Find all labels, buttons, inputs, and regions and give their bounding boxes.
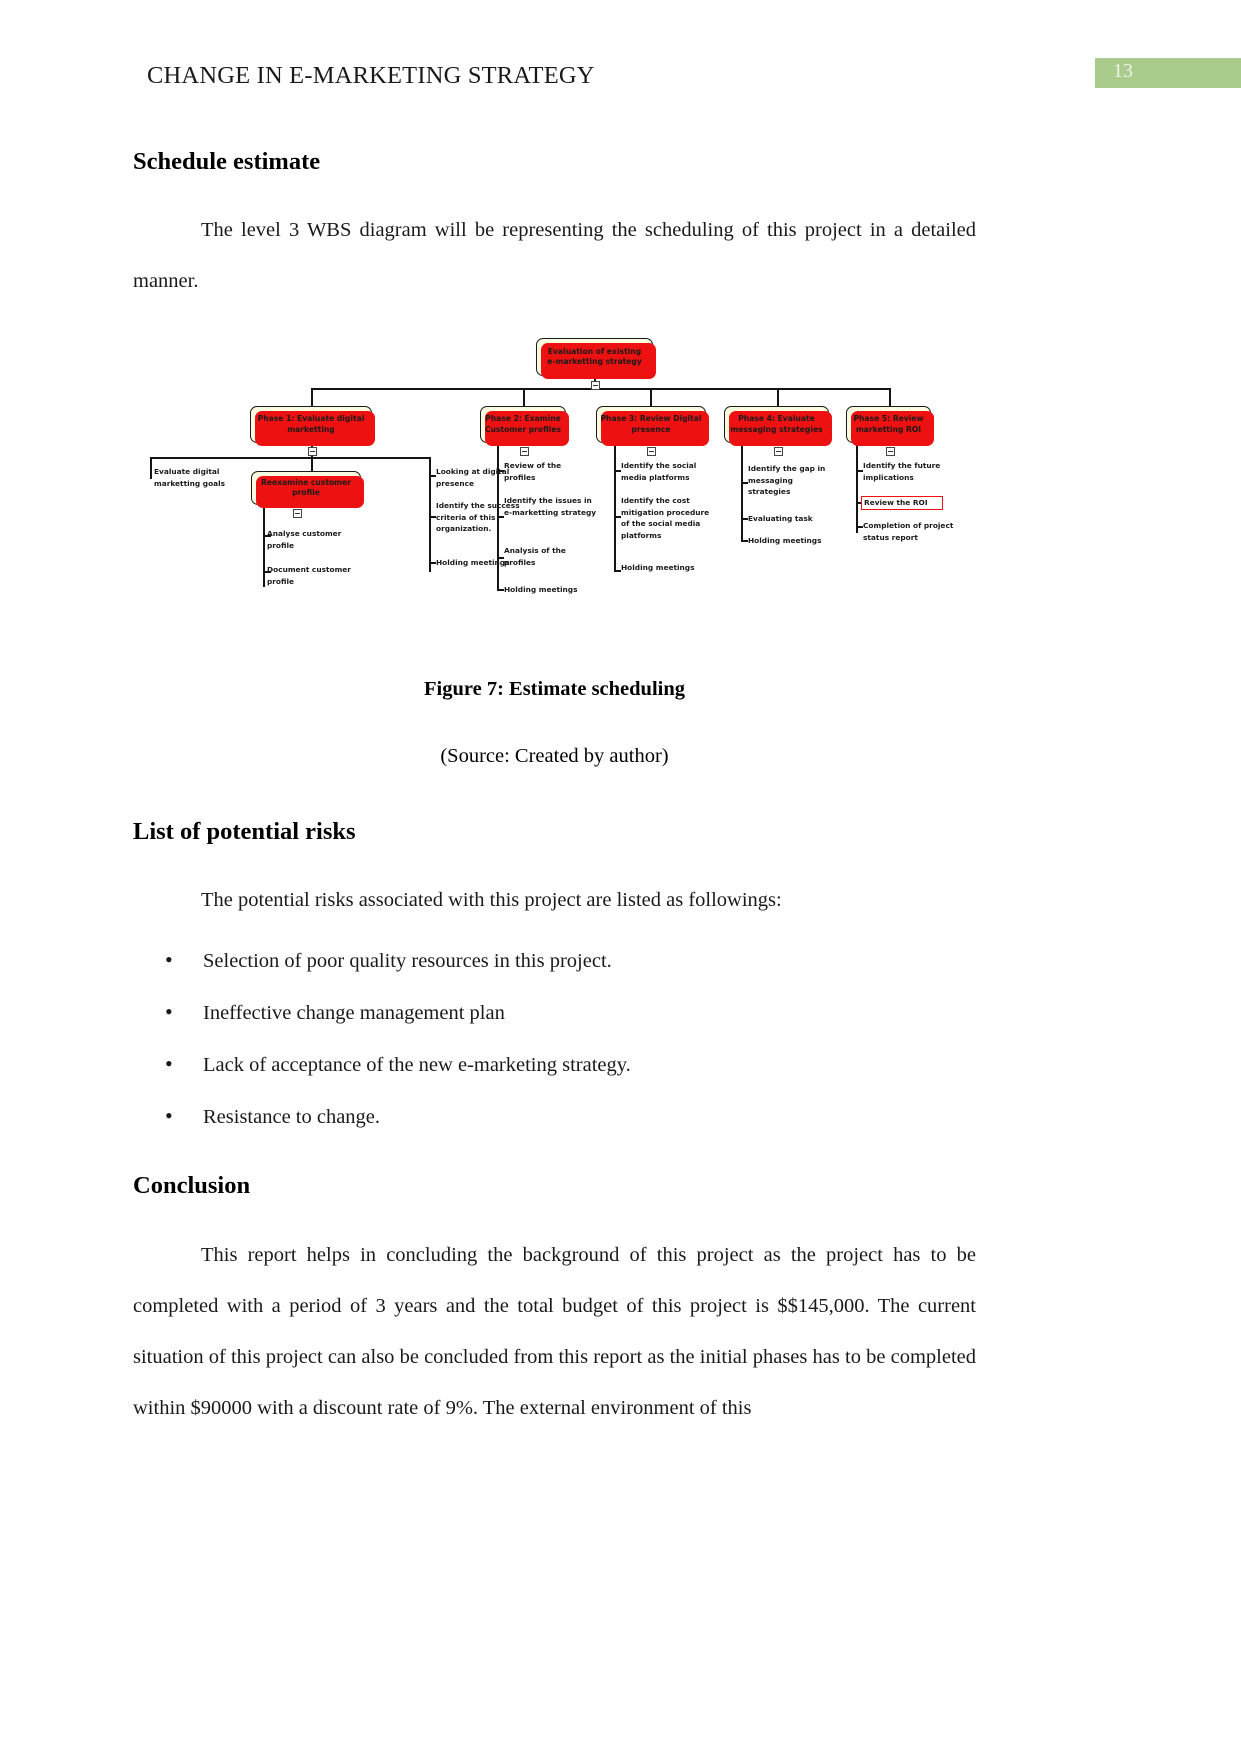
connector-p5c-tick bbox=[856, 526, 863, 528]
connector-phase1-bus bbox=[150, 457, 430, 459]
connector-p3a-tick bbox=[614, 470, 621, 472]
wbs-leaf-holding-meetings-p4: Holding meetings bbox=[748, 536, 822, 545]
wbs-phase-1-node: Phase 1: Evaluate digital marketting bbox=[250, 406, 375, 446]
list-item: Ineffective change management plan bbox=[133, 986, 993, 1039]
paragraph-conclusion: This report helps in concluding the back… bbox=[133, 1244, 976, 1419]
list-item: Selection of poor quality resources in t… bbox=[133, 934, 993, 987]
wbs-phase-3-node: Phase 3: Review Digital presence bbox=[596, 406, 709, 446]
connector-p2d-tick bbox=[497, 589, 504, 591]
wbs-leaf-cost-mitigation: Identify the cost mitigation procedure o… bbox=[621, 496, 710, 540]
heading-schedule-estimate: Schedule estimate bbox=[133, 148, 321, 175]
connector-drop-phase4 bbox=[777, 388, 779, 406]
wbs-leaf-document-customer-profile: Document customer profile bbox=[267, 565, 351, 586]
wbs-root-label: Evaluation of existing e-marketting stra… bbox=[547, 346, 642, 367]
list-item: Lack of acceptance of the new e-marketin… bbox=[133, 1038, 993, 1091]
list-item: Resistance to change. bbox=[133, 1090, 993, 1143]
connector-drop-phase2 bbox=[523, 388, 525, 406]
wbs-leaf-holding-meetings-p3: Holding meetings bbox=[621, 563, 695, 572]
connector-p4a-tick bbox=[741, 482, 748, 484]
wbs-phase-2-node: Phase 2: Examine Customer profiles bbox=[480, 406, 569, 446]
connector-p1c-tick bbox=[429, 475, 436, 477]
paragraph-schedule: The level 3 WBS diagram will be represen… bbox=[133, 219, 976, 292]
connector-phase5-rail bbox=[856, 443, 858, 533]
paragraph-risks-intro: The potential risks associated with this… bbox=[201, 889, 782, 911]
collapse-toggle-phase3[interactable] bbox=[647, 447, 656, 456]
wbs-leaf-review-roi: Review the ROI bbox=[861, 496, 943, 510]
wbs-leaf-completion-status-report: Completion of project status report bbox=[863, 521, 954, 542]
connector-drop-phase3 bbox=[650, 388, 652, 406]
wbs-root-node: Evaluation of existing e-marketting stra… bbox=[536, 338, 656, 379]
page-number-badge: 13 bbox=[1095, 58, 1241, 88]
wbs-reexamine-customer-profile-node: Reexamine customer profile bbox=[251, 471, 364, 508]
page-header: CHANGE IN E-MARKETING STRATEGY 13 bbox=[0, 58, 1241, 102]
connector-p1e-tick bbox=[429, 562, 436, 564]
connector-phase4-rail bbox=[741, 443, 743, 541]
wbs-phase-2-label: Phase 2: Examine Customer profiles bbox=[484, 414, 562, 434]
wbs-leaf-analysis-profiles: Analysis of the profiles bbox=[504, 546, 566, 567]
connector-p3b-tick bbox=[614, 516, 621, 518]
connector-p4c-tick bbox=[741, 540, 748, 542]
connector-p1d-tick bbox=[429, 516, 436, 518]
wbs-leaf-identify-gap-messaging: Identify the gap in messaging strategies bbox=[748, 464, 826, 496]
wbs-phase-4-label: Phase 4: Evaluate messaging strategies bbox=[730, 414, 823, 434]
figure-source: (Source: Created by author) bbox=[440, 745, 669, 767]
connector-phase1-left-drop bbox=[150, 457, 152, 479]
collapse-toggle-reexamine[interactable] bbox=[293, 509, 302, 518]
wbs-phase-3-label: Phase 3: Review Digital presence bbox=[600, 414, 702, 434]
wbs-leaf-evaluate-goals: Evaluate digital marketting goals bbox=[154, 467, 226, 488]
connector-reexamine-rail bbox=[263, 505, 265, 587]
connector-drop-phase1 bbox=[311, 388, 313, 406]
wbs-phase-5-label: Phase 5: Review marketting ROI bbox=[853, 414, 924, 434]
collapse-toggle-phase4[interactable] bbox=[774, 447, 783, 456]
heading-conclusion: Conclusion bbox=[133, 1172, 251, 1199]
connector-p4b-tick bbox=[741, 518, 748, 520]
connector-phase3-rail bbox=[614, 443, 616, 571]
collapse-toggle-phase2[interactable] bbox=[520, 447, 529, 456]
connector-p5a-tick bbox=[856, 470, 863, 472]
wbs-leaf-future-implications: Identify the future implications bbox=[863, 461, 941, 482]
wbs-reexamine-label: Reexamine customer profile bbox=[261, 477, 351, 498]
wbs-leaf-evaluating-task: Evaluating task bbox=[748, 514, 813, 523]
connector-p3c-tick bbox=[614, 570, 621, 572]
page-number: 13 bbox=[1113, 60, 1133, 82]
wbs-phase-1-label: Phase 1: Evaluate digital marketting bbox=[257, 414, 365, 434]
connector-phase1-mid-drop bbox=[311, 457, 313, 471]
wbs-phase-4-node: Phase 4: Evaluate messaging strategies bbox=[724, 406, 832, 446]
wbs-leaf-identify-social-media: Identify the social media platforms bbox=[621, 461, 697, 482]
wbs-leaf-review-profiles: Review of the profiles bbox=[504, 461, 562, 482]
collapse-toggle-root[interactable] bbox=[591, 381, 600, 390]
figure-caption: Figure 7: Estimate scheduling bbox=[424, 678, 685, 700]
connector-level1-bus bbox=[311, 388, 889, 390]
wbs-leaf-analyse-customer-profile: Analyse customer profile bbox=[267, 529, 342, 550]
collapse-toggle-phase5[interactable] bbox=[886, 447, 895, 456]
collapse-toggle-phase1[interactable] bbox=[308, 447, 317, 456]
wbs-leaf-holding-meetings-p2: Holding meetings bbox=[504, 585, 578, 594]
heading-list-of-potential-risks: List of potential risks bbox=[133, 818, 356, 845]
wbs-phase-5-node: Phase 5: Review marketting ROI bbox=[846, 406, 934, 446]
document-header-title: CHANGE IN E-MARKETING STRATEGY bbox=[147, 62, 595, 89]
connector-drop-phase5 bbox=[889, 388, 891, 406]
wbs-diagram: Evaluation of existing e-marketting stra… bbox=[133, 330, 993, 620]
wbs-leaf-identify-issues: Identify the issues in e-marketting stra… bbox=[504, 496, 597, 517]
risks-list: Selection of poor quality resources in t… bbox=[133, 934, 993, 1143]
